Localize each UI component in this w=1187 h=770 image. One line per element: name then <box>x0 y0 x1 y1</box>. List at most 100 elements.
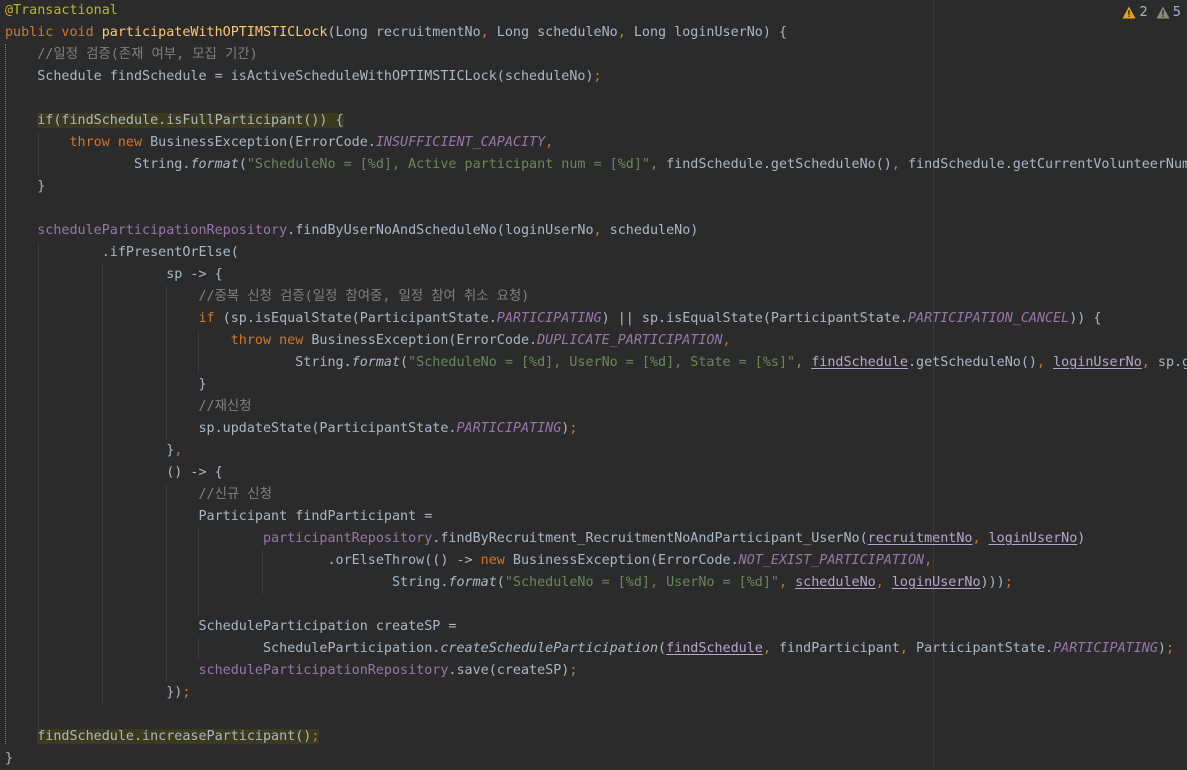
code-token: scheduleNo <box>795 575 876 590</box>
code-token: scheduleParticipationRepository <box>198 663 449 678</box>
code-token: , <box>762 641 779 656</box>
code-line[interactable]: } <box>5 374 206 396</box>
code-token: ) || sp.isEqualState(ParticipantState. <box>601 311 908 326</box>
code-token: throw new <box>69 135 151 150</box>
code-line[interactable]: sp.updateState(ParticipantState.PARTICIP… <box>5 418 577 440</box>
code-token: if(findSchedule.isFullParticipant()) { <box>37 113 344 128</box>
code-token: , <box>795 355 812 370</box>
code-line[interactable]: }); <box>5 682 190 704</box>
code-token: , <box>174 443 183 458</box>
code-token: "ScheduleNo = [%d], Active participant n… <box>246 157 650 172</box>
code-token: .getScheduleNo() <box>907 355 1037 370</box>
code-token: format <box>448 575 497 590</box>
code-token: BusinessException(ErrorCode. <box>512 553 739 568</box>
code-token: }) <box>5 685 183 700</box>
code-line[interactable]: } <box>5 748 13 770</box>
code-token: .ifPresentOrElse( <box>5 245 239 260</box>
code-line[interactable]: participantRepository.findByRecruitment_… <box>5 528 1085 550</box>
code-token: String. <box>5 157 191 172</box>
code-line[interactable]: () -> { <box>5 462 223 484</box>
code-line[interactable]: throw new BusinessException(ErrorCode.DU… <box>5 330 731 352</box>
code-token: ; <box>569 421 578 436</box>
code-token: , <box>891 157 908 172</box>
code-line[interactable]: ScheduleParticipation createSP = <box>5 616 456 638</box>
code-token: , <box>545 135 554 150</box>
code-token: sp.ge <box>1157 355 1187 370</box>
code-token: ; <box>593 69 602 84</box>
code-token: PARTICIPATING <box>456 421 562 436</box>
code-line[interactable]: //신규 신청 <box>5 484 271 506</box>
warning-icon <box>1122 6 1136 18</box>
code-token: , <box>722 333 731 348</box>
code-line[interactable]: if(findSchedule.isFullParticipant()) { <box>5 110 344 132</box>
code-token: , <box>778 575 796 590</box>
code-token: findSchedule.increaseParticipant() <box>37 729 312 744</box>
code-token: ; <box>182 685 191 700</box>
code-line[interactable]: public void participateWithOPTIMSTICLock… <box>5 22 787 44</box>
code-line[interactable]: }, <box>5 440 182 462</box>
code-line[interactable]: String.format("ScheduleNo = [%d], Active… <box>5 154 1187 176</box>
code-token: ( <box>658 641 667 656</box>
code-token: , <box>1036 355 1054 370</box>
code-token: , <box>593 223 610 238</box>
code-token: @Transactional <box>5 3 118 18</box>
code-token: sp.updateState(ParticipantState. <box>5 421 457 436</box>
code-token: , <box>480 25 497 40</box>
code-token: .findByRecruitment_RecruitmentNoAndParti… <box>432 531 868 546</box>
code-token: new <box>480 553 513 568</box>
inspection-widget[interactable]: 2 5 <box>1116 3 1181 21</box>
code-token: } <box>5 443 175 458</box>
code-line[interactable]: String.format("ScheduleNo = [%d], UserNo… <box>5 352 1187 374</box>
code-line[interactable]: //중복 신청 검증(일정 참여중, 일정 참여 취소 요청) <box>5 286 529 308</box>
code-token: //재신청 <box>198 399 252 414</box>
code-token: "ScheduleNo = [%d], UserNo = [%d], State… <box>408 355 796 370</box>
code-line[interactable]: //재신청 <box>5 396 252 418</box>
code-line[interactable]: String.format("ScheduleNo = [%d], UserNo… <box>5 572 1013 594</box>
code-token: NOT_EXIST_PARTICIPATION <box>738 553 925 568</box>
code-line[interactable]: throw new BusinessException(ErrorCode.IN… <box>5 132 554 154</box>
code-token: findSchedule <box>666 641 763 656</box>
code-line[interactable]: @Transactional <box>5 0 118 22</box>
code-token: .orElseThrow(() -> <box>5 553 481 568</box>
code-token: Long scheduleNo <box>496 25 618 40</box>
code-line[interactable]: scheduleParticipationRepository.save(cre… <box>5 660 577 682</box>
code-token: //중복 신청 검증(일정 참여중, 일정 참여 취소 요청) <box>198 289 530 304</box>
warnings-indicator[interactable]: 2 <box>1122 5 1148 20</box>
code-token: .findByUserNoAndScheduleNo(loginUserNo <box>287 223 594 238</box>
code-token: participantRepository <box>262 531 433 546</box>
code-line[interactable]: } <box>5 176 45 198</box>
code-line[interactable]: .ifPresentOrElse( <box>5 242 239 264</box>
code-token: , <box>1141 355 1158 370</box>
code-line[interactable]: .orElseThrow(() -> new BusinessException… <box>5 550 932 572</box>
code-token: ) <box>1157 641 1166 656</box>
code-line[interactable]: findSchedule.increaseParticipant(); <box>5 726 320 748</box>
code-token: } <box>5 179 46 194</box>
code-token: INSUFFICIENT_CAPACITY <box>375 135 546 150</box>
code-token: recruitmentNo <box>867 531 973 546</box>
code-token: loginUserNo <box>988 531 1078 546</box>
code-token: ScheduleParticipation createSP = <box>5 619 457 634</box>
code-line[interactable]: ScheduleParticipation.createSchedulePart… <box>5 638 1174 660</box>
code-line[interactable]: if (sp.isEqualState(ParticipantState.PAR… <box>5 308 1101 330</box>
code-line[interactable]: Participant findParticipant = <box>5 506 432 528</box>
code-token: ScheduleParticipation. <box>5 641 441 656</box>
code-token: PARTICIPATING <box>1053 641 1158 656</box>
code-token: format <box>351 355 401 370</box>
code-editor[interactable]: @Transactional public void participateWit… <box>0 0 1187 768</box>
weak-warnings-indicator[interactable]: 5 <box>1156 5 1181 20</box>
code-line[interactable]: scheduleParticipationRepository.findByUs… <box>5 220 698 242</box>
code-line[interactable]: sp -> { <box>5 264 222 286</box>
code-token: ( <box>238 157 247 172</box>
code-line[interactable]: Schedule findSchedule = isActiveSchedule… <box>5 66 602 88</box>
code-token: findSchedule.getCurrentVolunteerNum( <box>907 157 1187 172</box>
code-line[interactable]: //일정 검증(존재 여부, 모집 기간) <box>5 44 257 66</box>
code-token: , <box>649 157 667 172</box>
code-token: () -> { <box>5 465 223 480</box>
code-token: "ScheduleNo = [%d], UserNo = [%d]" <box>504 575 779 590</box>
